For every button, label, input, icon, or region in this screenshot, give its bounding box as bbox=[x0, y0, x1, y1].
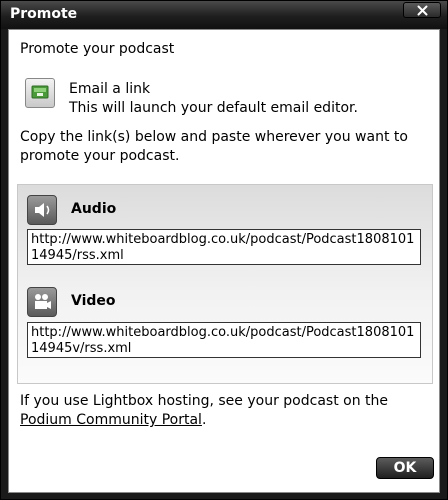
footer-text: If you use Lightbox hosting, see your po… bbox=[20, 393, 388, 409]
email-link-text[interactable]: Email a link This will launch your defau… bbox=[69, 80, 358, 118]
links-panel: Audio http://www.whiteboardblog.co.uk/po… bbox=[17, 184, 433, 384]
footer-period: . bbox=[201, 412, 207, 428]
audio-url-field[interactable]: http://www.whiteboardblog.co.uk/podcast/… bbox=[27, 229, 421, 265]
speaker-icon bbox=[35, 203, 50, 217]
email-link-title: Email a link bbox=[69, 81, 151, 97]
video-icon-box bbox=[27, 287, 57, 317]
email-link-description: This will launch your default email edit… bbox=[69, 100, 358, 116]
window-title: Promote bbox=[10, 6, 78, 22]
email-link-button[interactable] bbox=[25, 78, 55, 108]
community-portal-link[interactable]: Podium Community Portal bbox=[20, 412, 202, 428]
close-button[interactable] bbox=[403, 2, 441, 18]
audio-label: Audio bbox=[71, 201, 117, 217]
video-label: Video bbox=[71, 293, 116, 309]
close-icon bbox=[417, 5, 428, 16]
title-bar[interactable]: Promote bbox=[1, 1, 447, 29]
dialog-body: Promote your podcast Email a link This w… bbox=[8, 29, 440, 493]
video-url-field[interactable]: http://www.whiteboardblog.co.uk/podcast/… bbox=[27, 322, 421, 358]
copy-instructions: Copy the link(s) below and paste whereve… bbox=[20, 129, 408, 164]
audio-icon-box bbox=[27, 195, 57, 225]
promote-dialog: Promote Promote your podcast Email a lin… bbox=[0, 0, 448, 500]
email-icon bbox=[31, 85, 49, 99]
video-camera-icon bbox=[35, 294, 51, 309]
section-heading: Promote your podcast bbox=[20, 41, 175, 57]
footer-note: If you use Lightbox hosting, see your po… bbox=[20, 392, 430, 430]
ok-button[interactable]: OK bbox=[376, 457, 434, 479]
